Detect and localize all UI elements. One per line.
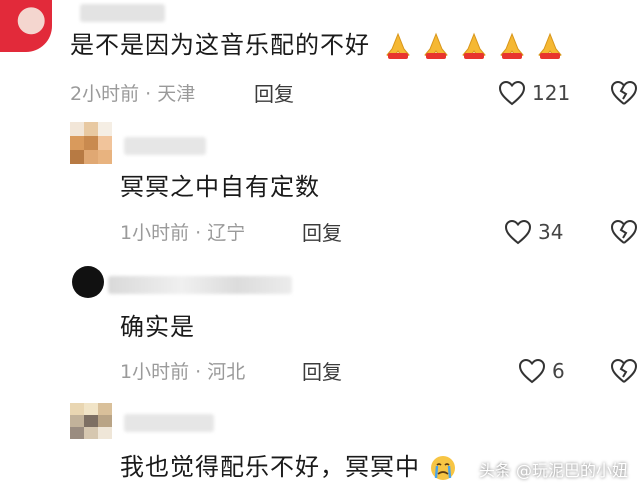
reply-button[interactable]: 回复 <box>302 221 342 245</box>
comment-location: 河北 <box>207 361 246 383</box>
comment-text-content: 我也觉得配乐不好，冥冥中 <box>120 453 420 481</box>
heart-icon <box>504 219 532 245</box>
comment-text: 冥冥之中自有定数 <box>120 173 320 201</box>
like-button[interactable]: 121 <box>498 80 570 106</box>
broken-heart-icon[interactable] <box>610 358 638 384</box>
avatar[interactable] <box>72 266 104 298</box>
crying-face-icon <box>430 456 455 480</box>
heart-icon <box>518 358 546 384</box>
username-blurred[interactable] <box>80 4 165 22</box>
username-blurred[interactable] <box>108 276 292 294</box>
meta-separator: · <box>195 361 202 383</box>
comment-location: 天津 <box>157 83 196 105</box>
pray-icon <box>423 32 448 59</box>
like-count: 121 <box>532 81 571 105</box>
heart-icon <box>498 80 526 106</box>
pray-icon <box>499 32 524 59</box>
username-blurred[interactable] <box>124 137 206 155</box>
comment-time: 1小时前 <box>120 361 190 383</box>
comment-meta: 2小时前 · 天津 <box>70 82 195 106</box>
avatar[interactable] <box>70 403 112 439</box>
avatar[interactable] <box>70 122 112 164</box>
broken-heart-icon[interactable] <box>610 80 638 106</box>
comment-meta: 1小时前 · 河北 <box>120 360 245 384</box>
comment-text-content: 是不是因为这音乐配的不好 <box>70 31 370 59</box>
reply-button[interactable]: 回复 <box>302 360 342 384</box>
username-blurred[interactable] <box>124 414 214 432</box>
broken-heart-icon[interactable] <box>610 219 638 245</box>
pray-icon <box>385 32 410 59</box>
meta-separator: · <box>195 222 202 244</box>
reaction-emojis <box>383 31 565 61</box>
reply-button[interactable]: 回复 <box>254 82 294 106</box>
meta-separator: · <box>145 83 152 105</box>
comment-location: 辽宁 <box>207 222 246 244</box>
like-button[interactable]: 34 <box>504 219 563 245</box>
watermark: 头条 @玩泥巴的小妞 <box>478 461 628 480</box>
comment-text: 我也觉得配乐不好，冥冥中 <box>120 452 457 482</box>
comment-time: 1小时前 <box>120 222 190 244</box>
comment-text: 确实是 <box>120 313 195 341</box>
comment-meta: 1小时前 · 辽宁 <box>120 221 245 245</box>
pray-icon <box>537 32 562 59</box>
like-count: 34 <box>538 220 564 244</box>
pray-icon <box>461 32 486 59</box>
like-button[interactable]: 6 <box>518 358 565 384</box>
like-count: 6 <box>552 359 565 383</box>
comment-time: 2小时前 <box>70 83 140 105</box>
comment-text: 是不是因为这音乐配的不好 <box>70 30 565 61</box>
avatar[interactable] <box>0 0 52 52</box>
